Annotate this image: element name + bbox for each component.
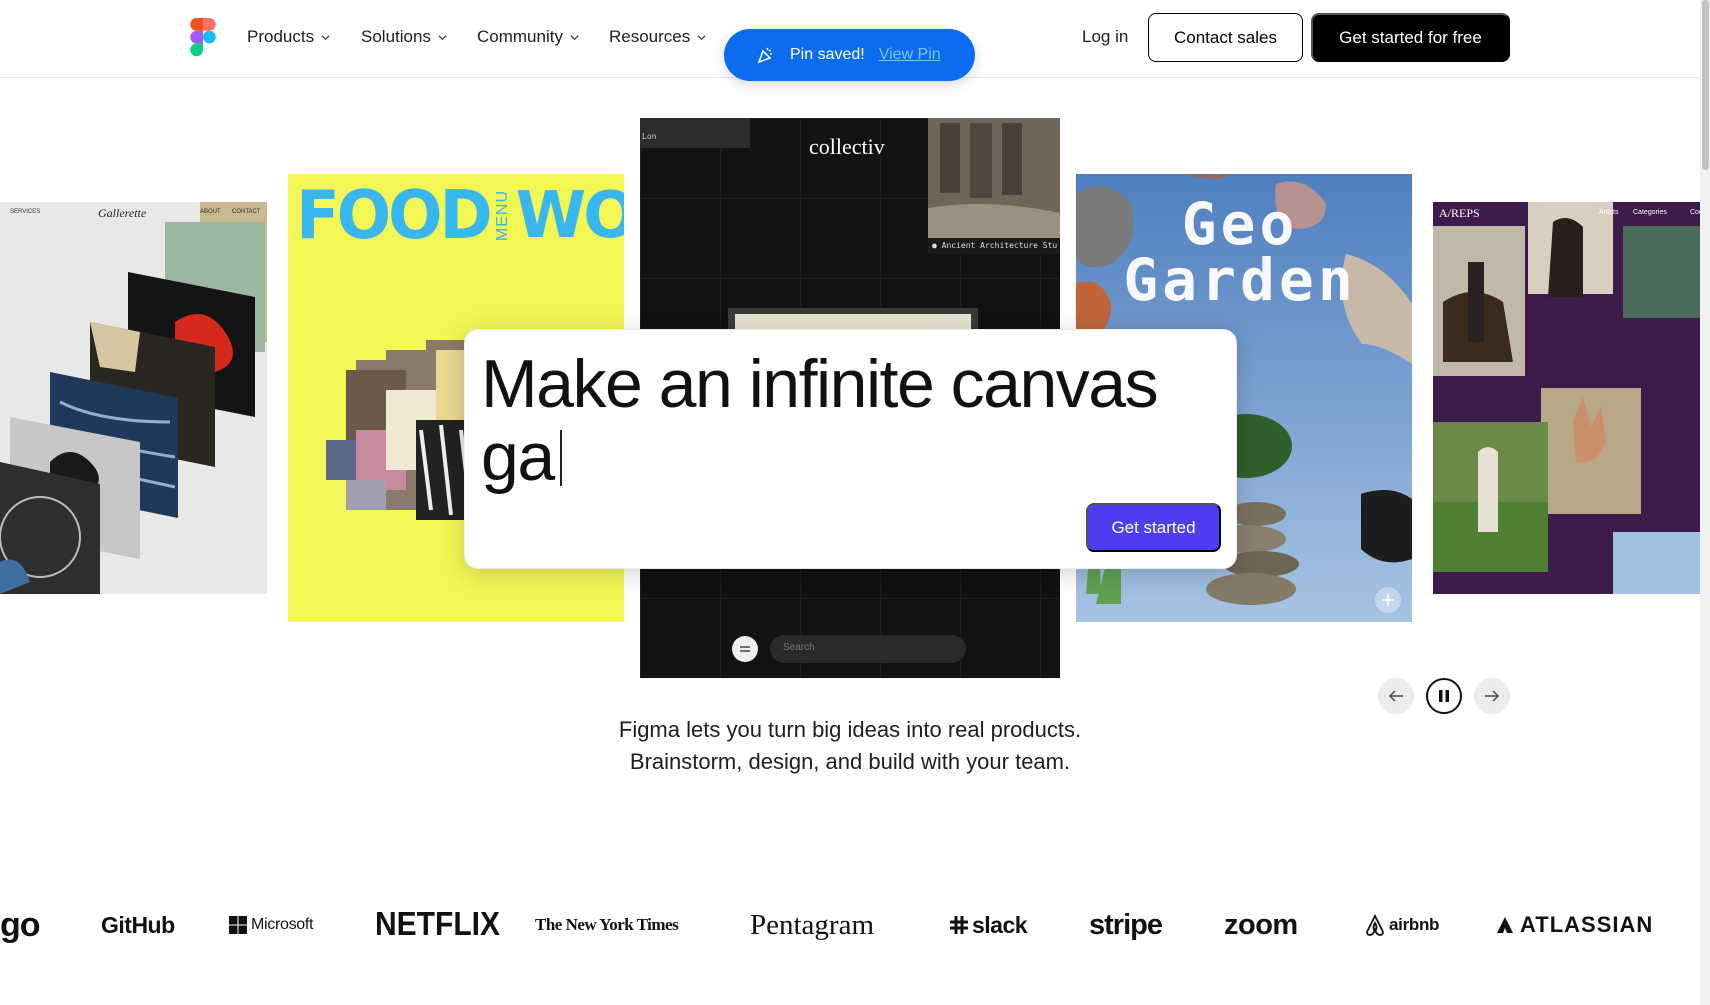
prompt-line-2: ga — [481, 419, 555, 495]
nav-products-label: Products — [247, 27, 315, 46]
areps-logo: A/REPS — [1439, 206, 1480, 220]
page-scrollbar-thumb[interactable] — [1702, 0, 1709, 170]
airbnb-belo-icon — [1366, 914, 1384, 936]
microsoft-wordmark: Microsoft — [251, 916, 314, 933]
login-link[interactable]: Log in — [1082, 27, 1128, 47]
pentagram-logo: Pentagram — [750, 908, 875, 941]
chevron-down-icon — [321, 34, 330, 40]
nav-products[interactable]: Products — [247, 27, 331, 47]
areps-categories-link: Categories — [1633, 209, 1667, 216]
menu-lines-icon — [740, 646, 750, 652]
github-logo: GitHub — [101, 911, 175, 938]
stripe-logo: stripe — [1089, 908, 1163, 941]
showcase-card-gallerette[interactable]: SERVICES Gallerette ABOUT CONTACT — [0, 202, 267, 594]
garden-line: Garden — [1123, 246, 1357, 314]
collectiv-title: collectiv — [809, 134, 885, 159]
netflix-logo: NETFLIX — [375, 906, 500, 943]
carousel-prev-button[interactable] — [1378, 678, 1414, 714]
collectiv-caption-text: Ancient Architecture Stu — [941, 241, 1058, 250]
gallerette-contact-link: CONTACT — [232, 209, 261, 215]
carousel-next-button[interactable] — [1474, 678, 1510, 714]
carousel-pause-button[interactable] — [1426, 678, 1462, 714]
chevron-down-icon — [697, 34, 706, 40]
nav-resources[interactable]: Resources — [609, 27, 707, 47]
get-started-free-button[interactable]: Get started for free — [1311, 13, 1510, 62]
gallerette-artwork — [0, 202, 267, 594]
toast-message: Pin saved! — [790, 46, 865, 63]
nav-solutions[interactable]: Solutions — [361, 27, 448, 47]
nav-solutions-label: Solutions — [361, 27, 431, 46]
geo-line: Geo — [1181, 190, 1299, 258]
party-popper-icon — [757, 47, 772, 64]
prompt-line-2-row: ga — [481, 421, 1221, 494]
text-caret — [559, 429, 562, 486]
gallerette-title: Gallerette — [98, 206, 147, 220]
view-pin-link[interactable]: View Pin — [879, 46, 941, 64]
pause-icon — [1439, 690, 1449, 702]
nav-community[interactable]: Community — [477, 27, 580, 47]
airbnb-logo: airbnb — [1365, 900, 1439, 950]
collectiv-tag: Lon — [642, 132, 657, 141]
atlassian-logo: ATLASSIAN — [1496, 900, 1653, 950]
food-works-header: FOOD MENU WORKS — [296, 177, 624, 255]
tagline-line-2: Brainstorm, design, and build with your … — [629, 749, 1071, 774]
food-title: FOOD — [296, 177, 493, 255]
get-started-button[interactable]: Get started — [1086, 503, 1221, 552]
works-title: WORKS — [515, 179, 624, 253]
prompt-text[interactable]: Make an infinite canvas ga — [481, 348, 1221, 494]
prompt-input-box[interactable]: Make an infinite canvas ga Get started — [464, 329, 1237, 569]
slack-logo: slack — [950, 900, 1028, 950]
geo-garden-title: Geo Garden — [1120, 190, 1360, 314]
arrow-left-icon — [1389, 690, 1403, 702]
arrow-right-icon — [1485, 690, 1499, 702]
gallerette-services-link: SERVICES — [10, 209, 41, 215]
areps-artists-link: Artists — [1599, 209, 1619, 216]
chevron-down-icon — [438, 34, 447, 40]
nav-resources-label: Resources — [609, 27, 691, 46]
duolingo-logo: go — [0, 905, 41, 944]
chevron-down-icon — [570, 34, 579, 40]
gallerette-about-link: ABOUT — [200, 209, 221, 215]
pin-saved-toast: Pin saved! View Pin — [724, 29, 975, 81]
airbnb-wordmark: airbnb — [1389, 915, 1440, 934]
atlassian-triangle-icon — [1497, 917, 1513, 933]
areps-artwork — [1433, 202, 1710, 594]
menu-label: MENU — [493, 190, 511, 242]
collectiv-menu-icon[interactable] — [732, 636, 758, 662]
contact-sales-button[interactable]: Contact sales — [1148, 13, 1303, 62]
slack-hash-icon — [950, 916, 968, 934]
customer-logos-strip: go GitHub Microsoft NETFLIX The New York… — [0, 900, 1710, 950]
nav-community-label: Community — [477, 27, 563, 46]
atlassian-wordmark: ATLASSIAN — [1520, 912, 1654, 937]
zoom-logo: zoom — [1224, 908, 1298, 941]
microsoft-logo: Microsoft — [229, 900, 314, 950]
showcase-card-areps[interactable]: A/REPS Artists Categories Con — [1433, 202, 1710, 594]
figma-logo-icon[interactable] — [188, 18, 218, 58]
hero-tagline: Figma lets you turn big ideas into real … — [0, 714, 1700, 778]
prompt-line-1: Make an infinite canvas — [481, 346, 1159, 422]
nyt-logo: The New York Times — [535, 915, 679, 934]
figma-homepage: Products Solutions Community Resources L… — [0, 0, 1710, 1005]
slack-wordmark: slack — [972, 911, 1028, 938]
microsoft-squares-icon — [229, 916, 247, 934]
tagline-line-1: Figma lets you turn big ideas into real … — [618, 717, 1082, 742]
collectiv-search-input[interactable]: Search — [783, 642, 815, 653]
collectiv-caption: ● Ancient Architecture Stu — [928, 238, 1060, 254]
